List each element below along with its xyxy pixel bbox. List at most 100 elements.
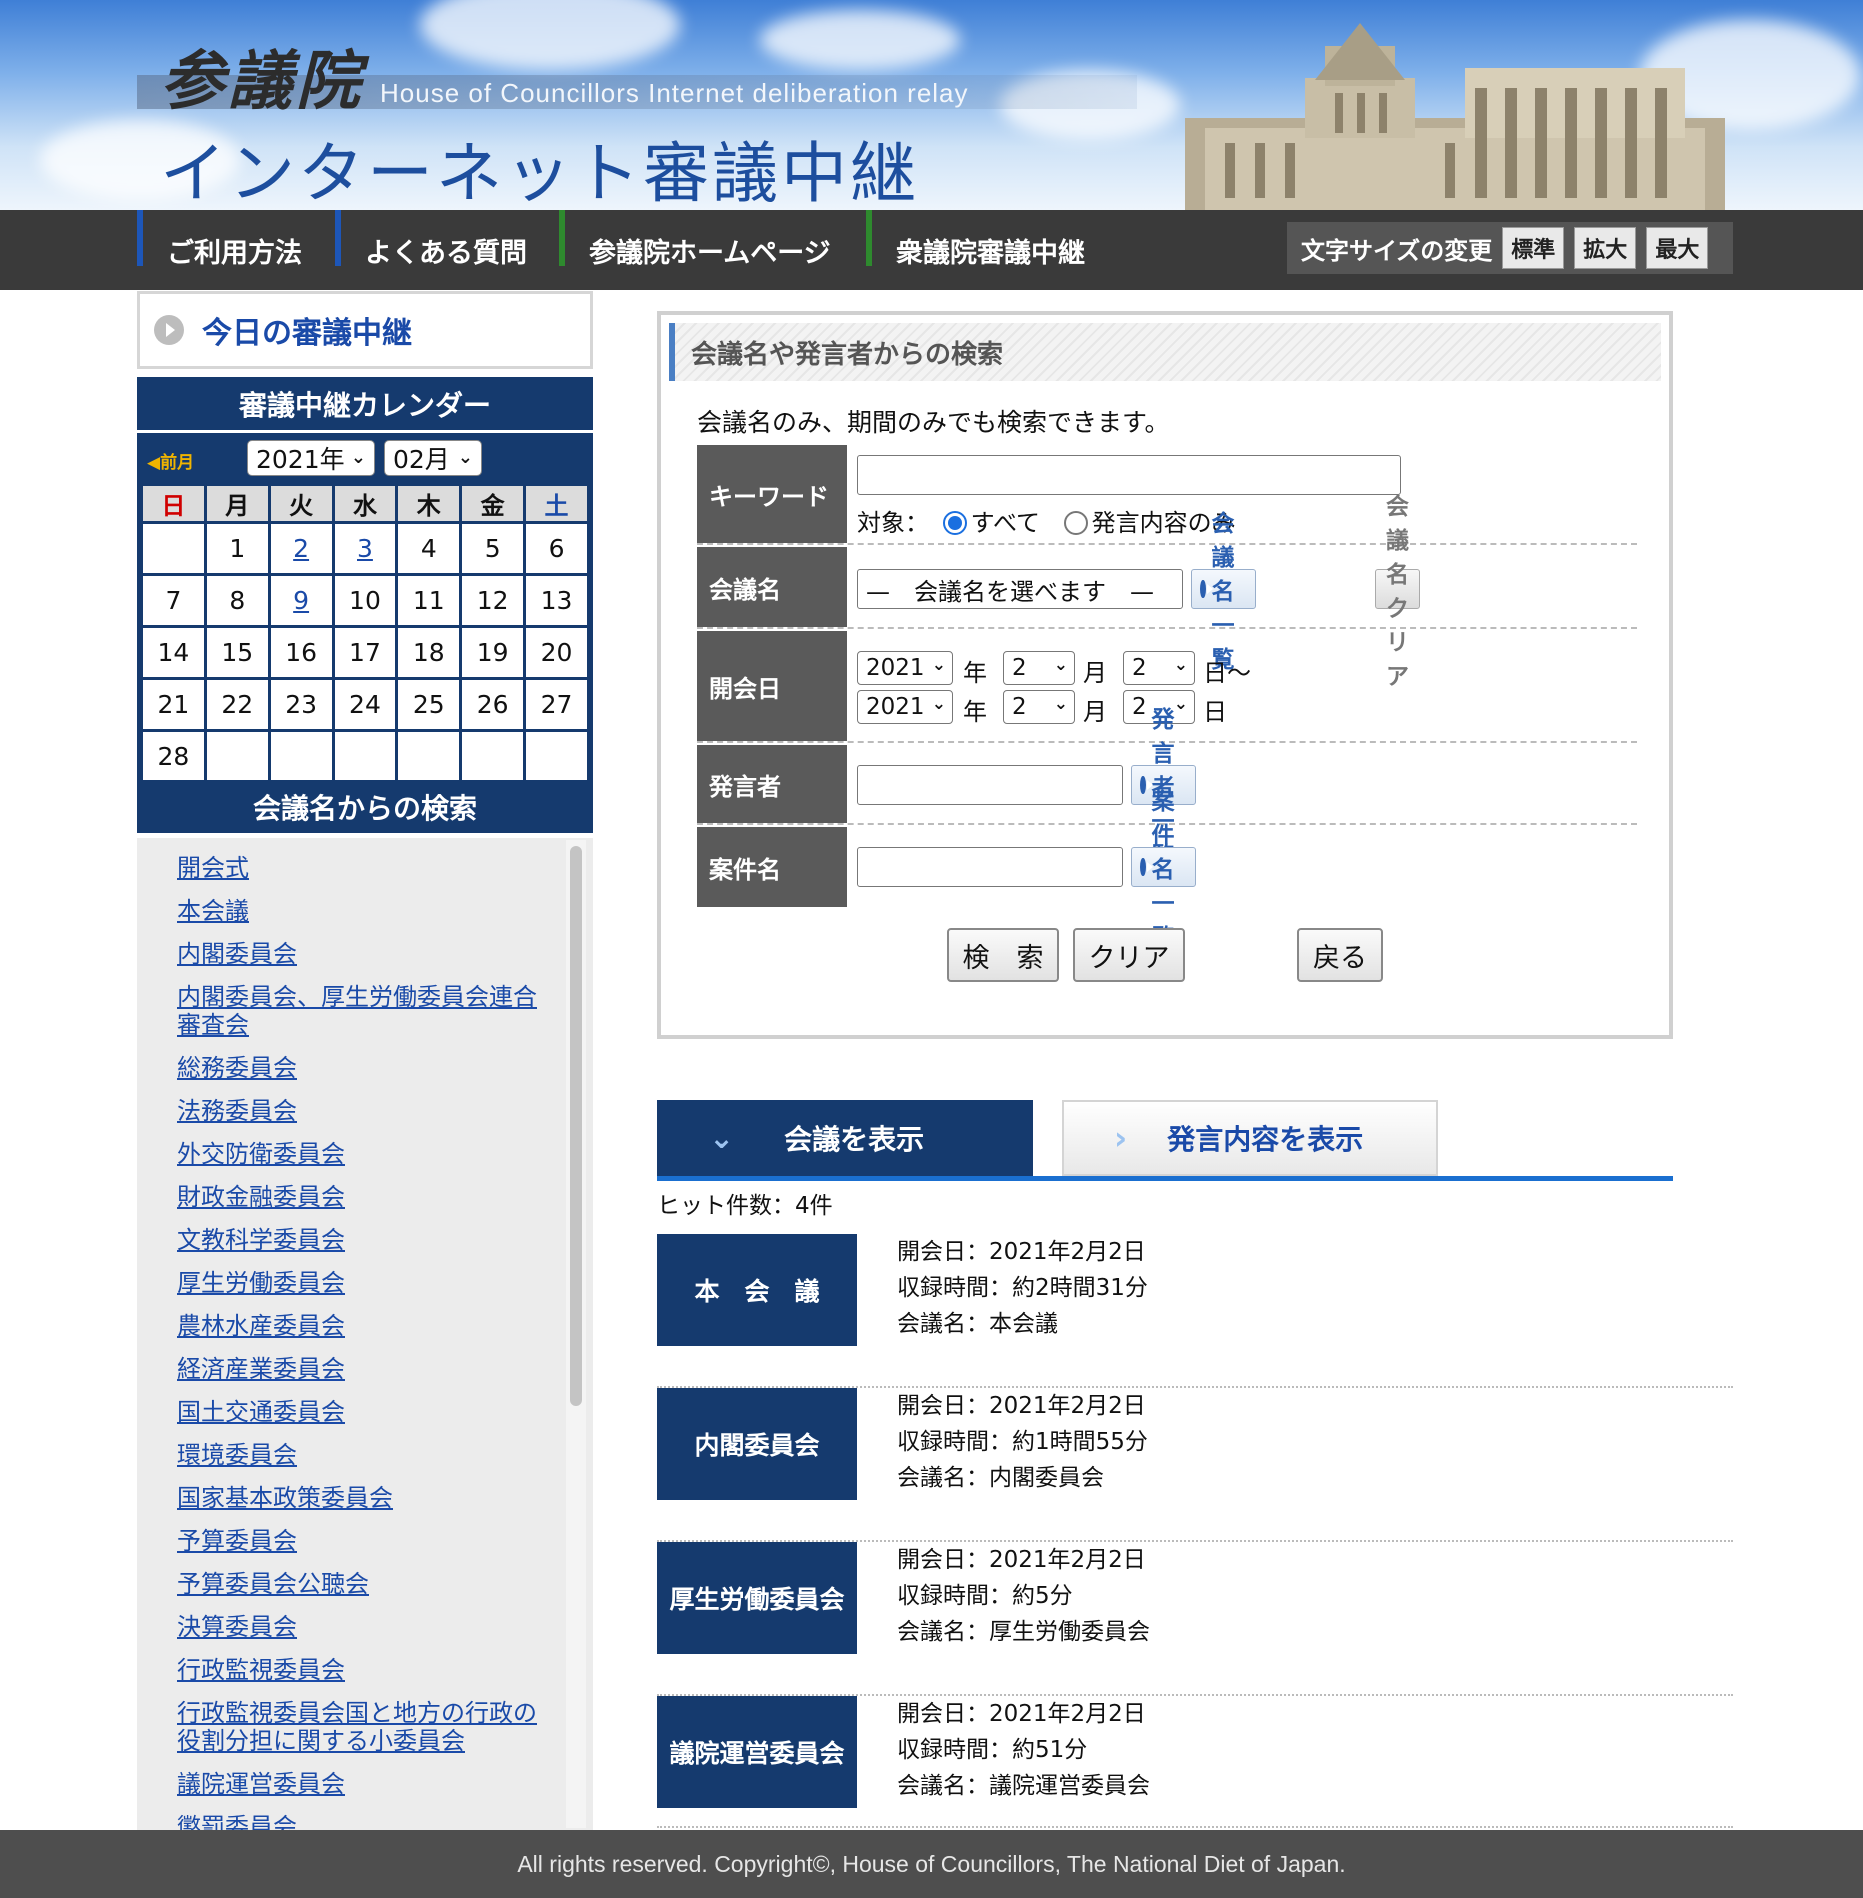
chevron-down-icon: ⌄: [1053, 655, 1068, 675]
tab-show-speeches[interactable]: › 発言内容を表示: [1062, 1100, 1438, 1176]
site-title[interactable]: インターネット審議中継: [160, 120, 919, 210]
to-month-select[interactable]: 2 ⌄: [1003, 690, 1075, 724]
bill-input[interactable]: [857, 847, 1123, 887]
search-button[interactable]: 検 索: [947, 928, 1059, 982]
arrow-circle-icon: [1140, 858, 1153, 876]
today-relay-link[interactable]: 今日の審議中継: [137, 291, 593, 369]
font-size-max-button[interactable]: 最大: [1646, 227, 1709, 269]
meeting-link[interactable]: 内閣委員会、厚生労働委員会連合審査会: [177, 983, 537, 1039]
meeting-link[interactable]: 国家基本政策委員会: [177, 1484, 393, 1512]
tab-show-meetings[interactable]: ⌄ 会議を表示: [657, 1100, 1033, 1176]
meeting-list-button[interactable]: 会議名一覧: [1191, 511, 1256, 673]
site-logo[interactable]: 参議院: [160, 30, 364, 122]
from-day-select[interactable]: 2 ⌄: [1123, 651, 1195, 685]
font-size-label: 文字サイズの変更: [1301, 236, 1493, 265]
meeting-link[interactable]: 内閣委員会: [177, 940, 297, 968]
result-meeting-badge[interactable]: 厚生労働委員会: [657, 1542, 857, 1654]
target-all-radio[interactable]: すべて: [942, 509, 1040, 537]
calendar-day[interactable]: 3: [334, 524, 396, 573]
meeting-clear-button[interactable]: 会議名クリア: [1375, 494, 1420, 690]
meeting-link[interactable]: 経済産業委員会: [177, 1355, 345, 1383]
calendar-weekday: 月: [206, 486, 268, 521]
meeting-link[interactable]: 懲罰委員会: [177, 1813, 297, 1830]
target-speech-radio[interactable]: 発言内容のみ: [1063, 509, 1236, 537]
meeting-link[interactable]: 開会式: [177, 854, 249, 882]
calendar-day-link[interactable]: 2: [293, 534, 309, 563]
chevron-down-icon: ⌄: [931, 655, 946, 675]
calendar-day: [206, 732, 268, 781]
meeting-link[interactable]: 予算委員会公聴会: [177, 1570, 369, 1598]
bill-list-button[interactable]: 案件名一覧: [1131, 789, 1196, 951]
meeting-list-item: 予算委員会公聴会: [177, 1570, 537, 1598]
meeting-link[interactable]: 農林水産委員会: [177, 1312, 345, 1340]
result-item: 本 会 議 開会日：2021年2月2日 収録時間：約2時間31分 会議名：本会議: [657, 1234, 1733, 1388]
calendar-month-select[interactable]: 02月 ⌄: [384, 440, 482, 476]
nav-faq[interactable]: よくある質問: [335, 210, 527, 290]
from-month-select[interactable]: 2 ⌄: [1003, 651, 1075, 685]
chevron-down-icon: ⌄: [1053, 694, 1068, 714]
font-size-large-button[interactable]: 拡大: [1574, 227, 1637, 269]
calendar-year-select[interactable]: 2021年 ⌄: [247, 440, 375, 476]
from-year-select[interactable]: 2021 ⌄: [857, 651, 953, 685]
meeting-list-scrollbar[interactable]: [566, 840, 586, 1828]
result-meeting-badge[interactable]: 本 会 議: [657, 1234, 857, 1346]
meeting-label: 会議名: [697, 547, 847, 627]
meeting-link[interactable]: 文教科学委員会: [177, 1226, 345, 1254]
meeting-link[interactable]: 厚生労働委員会: [177, 1269, 345, 1297]
calendar-day: 11: [398, 576, 460, 625]
font-size-standard-button[interactable]: 標準: [1502, 227, 1565, 269]
result-meeting-badge[interactable]: 内閣委員会: [657, 1388, 857, 1500]
calendar-day: 17: [334, 628, 396, 677]
scrollbar-thumb[interactable]: [570, 846, 582, 1406]
calendar-day-link[interactable]: 3: [357, 534, 373, 563]
nav-shugiin-relay[interactable]: 衆議院審議中継: [866, 210, 1085, 290]
clear-button[interactable]: クリア: [1073, 928, 1185, 982]
meeting-list: 開会式本会議内閣委員会内閣委員会、厚生労働委員会連合審査会総務委員会法務委員会外…: [137, 838, 593, 1830]
meeting-list-item: 外交防衛委員会: [177, 1140, 537, 1168]
speaker-input[interactable]: [857, 765, 1123, 805]
result-duration: 収録時間：約2時間31分: [897, 1275, 1148, 1301]
calendar-day: [462, 732, 524, 781]
keyword-row: キーワード 対象： すべて 発言内容のみ: [697, 445, 1637, 545]
calendar-day[interactable]: 9: [270, 576, 332, 625]
meeting-link[interactable]: 決算委員会: [177, 1613, 297, 1641]
nav-sangiin-home[interactable]: 参議院ホームページ: [559, 210, 831, 290]
prev-month-link[interactable]: ◀前月: [147, 448, 194, 473]
meeting-list-item: 行政監視委員会国と地方の行政の役割分担に関する小委員会: [177, 1699, 537, 1755]
calendar-day: 16: [270, 628, 332, 677]
calendar-day-link[interactable]: 9: [293, 586, 309, 615]
calendar-weekday: 日: [143, 486, 204, 521]
meeting-link[interactable]: 総務委員会: [177, 1054, 297, 1082]
calendar-day: 12: [462, 576, 524, 625]
calendar-controls: ◀前月 2021年 ⌄ 02月 ⌄: [137, 433, 593, 483]
meeting-link[interactable]: 行政監視委員会: [177, 1656, 345, 1684]
meeting-link[interactable]: 環境委員会: [177, 1441, 297, 1469]
result-item: 内閣委員会 開会日：2021年2月2日 収録時間：約1時間55分 会議名：内閣委…: [657, 1388, 1733, 1542]
calendar-day[interactable]: 2: [270, 524, 332, 573]
meeting-list-item: 財政金融委員会: [177, 1183, 537, 1211]
meeting-link[interactable]: 予算委員会: [177, 1527, 297, 1555]
meeting-link[interactable]: 議院運営委員会: [177, 1770, 345, 1798]
meeting-link[interactable]: 国土交通委員会: [177, 1398, 345, 1426]
to-year-value: 2021: [866, 694, 925, 720]
result-meeting-name: 会議名：内閣委員会: [897, 1465, 1104, 1491]
result-meeting-badge[interactable]: 議院運営委員会: [657, 1696, 857, 1808]
keyword-input[interactable]: [857, 455, 1401, 495]
calendar-day: [143, 524, 204, 573]
meeting-link[interactable]: 法務委員会: [177, 1097, 297, 1125]
chevron-right-icon: ›: [1114, 1119, 1128, 1157]
meeting-link[interactable]: 行政監視委員会国と地方の行政の役割分担に関する小委員会: [177, 1699, 537, 1755]
chevron-down-icon: ⌄: [1173, 655, 1188, 675]
meeting-list-item: 農林水産委員会: [177, 1312, 537, 1340]
bill-list-button-label: 案件名一覧: [1151, 789, 1175, 951]
meeting-link[interactable]: 外交防衛委員会: [177, 1140, 345, 1168]
to-year-select[interactable]: 2021 ⌄: [857, 690, 953, 724]
from-month-unit: 月: [1083, 659, 1107, 687]
meeting-link[interactable]: 財政金融委員会: [177, 1183, 345, 1211]
calendar-day: 26: [462, 680, 524, 729]
nav-usage[interactable]: ご利用方法: [137, 210, 302, 290]
back-button[interactable]: 戻る: [1297, 928, 1383, 982]
meeting-link[interactable]: 本会議: [177, 897, 249, 925]
meeting-name-field[interactable]: — 会議名を選べます —: [857, 569, 1183, 609]
chevron-down-icon: ⌄: [457, 447, 473, 468]
